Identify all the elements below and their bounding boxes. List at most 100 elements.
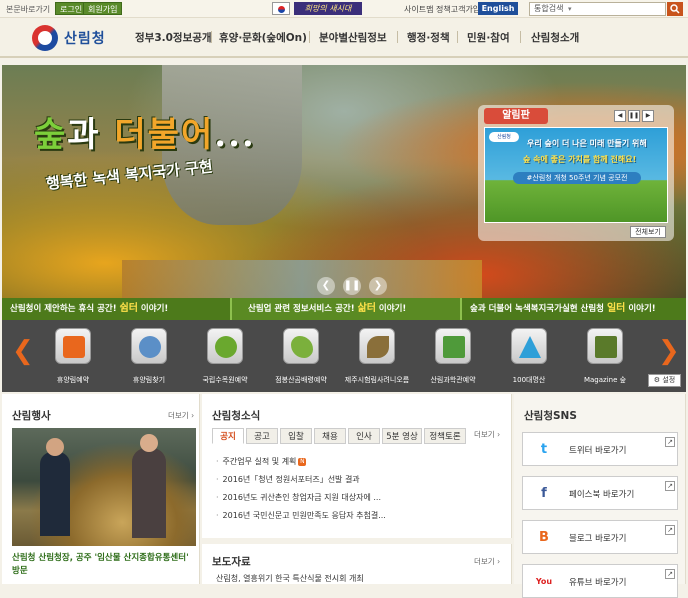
slide-pause-button[interactable]: ❚❚ — [343, 277, 361, 295]
notice-next-button[interactable]: ▶ — [642, 110, 654, 122]
slide-prev-button[interactable]: ❮ — [317, 277, 335, 295]
slogan-banner: 희망의 새시대 — [294, 2, 362, 15]
search-button[interactable] — [667, 2, 683, 16]
news-title: 산림청소식 — [212, 410, 261, 422]
notice-pause-button[interactable]: ❚❚ — [628, 110, 640, 122]
events-title: 산림행사 — [12, 410, 51, 422]
quick-item-science-museum[interactable]: 산림과학관예약 — [420, 326, 486, 388]
nav-item-recreation[interactable]: 휴양·문화(숲에On) — [219, 30, 307, 45]
utility-bar: 본문바로가기 로그인 회원가입 희망의 새시대 사이트맵 정책고객가입 Engl… — [0, 0, 688, 18]
butterfly-icon — [283, 328, 319, 364]
quick-settings-button[interactable]: ⚙ 설정 — [648, 374, 681, 387]
korea-flag-icon — [272, 2, 290, 15]
main-visual-banner[interactable]: 숲과 더불어... 행복한 녹색 복지국가 구현 ❮ ❚❚ ❯ 알림판 ◀ ❚❚… — [2, 65, 686, 298]
press-section: 보도자료 더보기 › 산림청, 열흥위기 한국 특산식물 전시회 개최 — [202, 538, 512, 584]
building-icon — [435, 328, 471, 364]
external-link-icon: ↗ — [665, 437, 675, 447]
press-title: 보도자료 — [212, 556, 251, 568]
nav-item-about[interactable]: 산림청소개 — [531, 30, 579, 45]
sns-panel: 산림청SNS t 트위터 바로가기 ↗ f 페이스북 바로가기 ↗ B 블로그 … — [514, 394, 686, 598]
nav-item-civil[interactable]: 민원·참여 — [467, 30, 510, 45]
notice-prev-button[interactable]: ◀ — [614, 110, 626, 122]
strip-rest-space-link[interactable]: 산림청이 제안하는 휴식 공간! 쉼터 이야기! — [2, 298, 230, 320]
strip-life-space-link[interactable]: 산림업 관련 정보서비스 공간! 삶터 이야기! — [234, 298, 462, 320]
news-panel: 산림청소식 공지 공고 입찰 채용 인사 5분 영상 정책토론 더보기 › 주간… — [202, 394, 512, 584]
magazine-icon — [587, 328, 623, 364]
press-more-link[interactable]: 더보기 › — [474, 556, 500, 567]
search-icon — [670, 4, 680, 14]
house-icon — [55, 328, 91, 364]
events-panel: 산림행사 더보기 › 산림청 산림청장, 공주 '임산물 산지종합유통센터' 방… — [2, 394, 200, 584]
magnifier-icon — [131, 328, 167, 364]
river-scenery — [122, 260, 482, 298]
nav-item-admin-policy[interactable]: 행정·정책 — [407, 30, 450, 45]
tab-recruit[interactable]: 채용 — [314, 428, 346, 444]
events-more-link[interactable]: 더보기 › — [168, 410, 194, 421]
tab-5min-video[interactable]: 5분 영상 — [382, 428, 422, 444]
sitemap-link[interactable]: 사이트맵 — [404, 4, 433, 15]
quick-item-recreation-reservation[interactable]: 휴양림예약 — [40, 326, 106, 388]
tab-policy-debate[interactable]: 정책토론 — [424, 428, 466, 444]
notice-board-popup: 알림판 ◀ ❚❚ ▶ 산림청 우리 숲이 더 나은 미래 만들기 위해 숲 속에… — [478, 105, 674, 241]
notice-view-all-button[interactable]: 전체보기 — [630, 226, 666, 238]
quick-item-recreation-search[interactable]: 휴양림찾기 — [116, 326, 182, 388]
event-photo[interactable] — [12, 428, 196, 546]
external-link-icon: ↗ — [665, 525, 675, 535]
tab-notice[interactable]: 공지 — [212, 428, 244, 444]
service-strip: 산림청이 제안하는 휴식 공간! 쉼터 이야기! 산림업 관련 정보서비스 공간… — [2, 298, 686, 320]
skip-to-content-link[interactable]: 본문바로가기 — [6, 4, 50, 15]
site-logo[interactable]: 산림청 — [32, 23, 112, 53]
quick-next-button[interactable]: ❯ — [658, 336, 680, 366]
facebook-link[interactable]: f 페이스북 바로가기 ↗ — [522, 476, 678, 510]
nav-item-forest-info[interactable]: 분야별산림정보 — [319, 30, 387, 45]
visual-headline: 숲과 더불어... — [34, 115, 256, 155]
notice-banner-image[interactable]: 산림청 우리 숲이 더 나은 미래 만들기 위해 숲 속에 좋은 가치를 함께 … — [484, 127, 668, 223]
chevron-down-icon: ▾ — [568, 5, 572, 13]
gear-icon: ⚙ — [653, 376, 661, 384]
notice-title: 알림판 — [484, 108, 548, 124]
facebook-icon: f — [541, 486, 547, 501]
event-caption-link[interactable]: 산림청 산림청장, 공주 '임산물 산지종합유통센터' 방문 — [12, 552, 196, 578]
external-link-icon: ↗ — [665, 569, 675, 579]
blog-icon: B — [539, 530, 549, 545]
blog-link[interactable]: B 블로그 바로가기 ↗ — [522, 520, 678, 554]
slide-controls: ❮ ❚❚ ❯ — [317, 277, 391, 295]
strip-work-space-link[interactable]: 숲과 더불어 녹색복지국가실현 산림청 일터 이야기! — [462, 298, 686, 320]
quick-item-jeju-forest[interactable]: 제주시험림사려니오름 — [344, 326, 410, 388]
english-button[interactable]: English — [478, 2, 518, 15]
join-button[interactable]: 회원가입 — [83, 2, 123, 15]
news-list: 주간업무 실적 및 계획N 2016년「청년 정원서포터즈」선발 결과 2016… — [216, 456, 386, 528]
nav-item-info-disclosure[interactable]: 정부3.0정보공개 — [135, 30, 212, 45]
list-item[interactable]: 2016년「청년 정원서포터즈」선발 결과 — [216, 474, 386, 492]
new-badge-icon: N — [298, 457, 307, 466]
twitter-link[interactable]: t 트위터 바로가기 ↗ — [522, 432, 678, 466]
search-scope-select[interactable]: 통합검색 ▾ — [529, 2, 666, 16]
leaf-icon — [359, 328, 395, 364]
emblem-icon — [32, 25, 58, 51]
press-article-link[interactable]: 산림청, 열흥위기 한국 특산식물 전시회 개최 — [216, 573, 364, 584]
list-item[interactable]: 2016년 국민신문고 민원만족도 응답자 추첨결... — [216, 510, 386, 528]
quick-prev-button[interactable]: ❮ — [12, 336, 34, 366]
tree-icon — [207, 328, 243, 364]
policy-customer-link[interactable]: 정책고객가입 — [436, 4, 480, 15]
tab-announcement[interactable]: 공고 — [246, 428, 278, 444]
list-item[interactable]: 2016년도 귀산촌인 창업자금 지원 대상자에 ... — [216, 492, 386, 510]
header: 산림청 정부3.0정보공개 휴양·문화(숲에On) 분야별산림정보 행정·정책 … — [0, 18, 688, 58]
tab-personnel[interactable]: 인사 — [348, 428, 380, 444]
twitter-icon: t — [540, 442, 548, 457]
quick-item-magazine[interactable]: Magazine 숲 — [572, 326, 638, 388]
quick-links-carousel: ❮ 휴양림예약 휴양림찾기 국립수목원예약 점봉산곰배령예약 제주시험림사려니오… — [2, 320, 686, 392]
slide-next-button[interactable]: ❯ — [369, 277, 387, 295]
external-link-icon: ↗ — [665, 481, 675, 491]
quick-item-100-mountains[interactable]: 100대명산 — [496, 326, 562, 388]
sns-title: 산림청SNS — [524, 410, 577, 422]
youtube-icon: You — [535, 577, 553, 586]
notice-pager: ◀ ❚❚ ▶ — [614, 110, 666, 122]
tab-bid[interactable]: 입찰 — [280, 428, 312, 444]
mountain-icon — [511, 328, 547, 364]
quick-item-gombaeryeong-reservation[interactable]: 점봉산곰배령예약 — [268, 326, 334, 388]
list-item[interactable]: 주간업무 실적 및 계획N — [216, 456, 386, 474]
news-more-link[interactable]: 더보기 › — [474, 429, 500, 440]
youtube-link[interactable]: You 유튜브 바로가기 ↗ — [522, 564, 678, 598]
quick-item-arboretum-reservation[interactable]: 국립수목원예약 — [192, 326, 258, 388]
